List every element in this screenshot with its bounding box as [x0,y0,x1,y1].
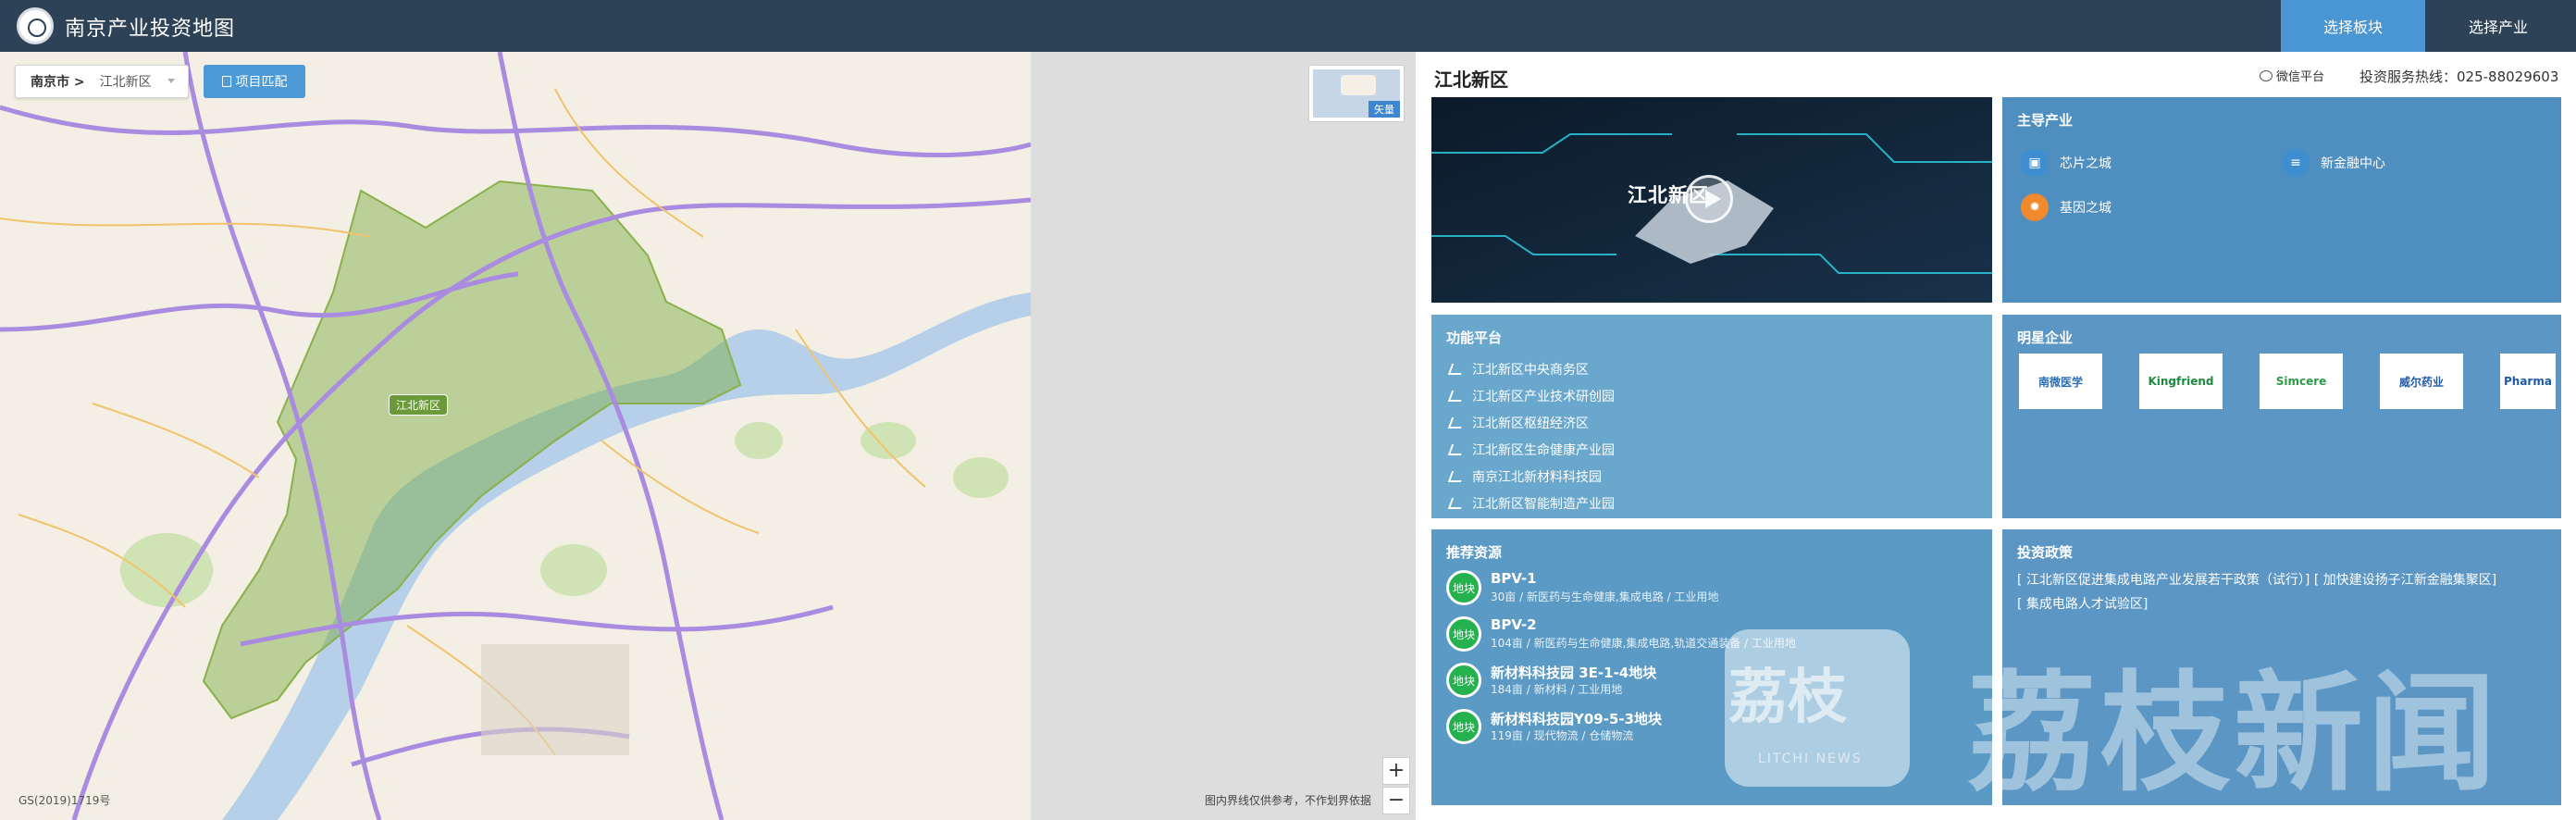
park-area [861,422,916,459]
park-area [120,533,213,607]
main-industry-card: 主导产业 ▣ 芯片之城 ≡ 新金融中心 ✹ 基因之城 [2002,97,2561,303]
platform-label: 南京江北新材料科技园 [1472,469,1602,485]
company-logo[interactable]: Kingfriend [2139,354,2223,409]
building-icon [1447,443,1466,455]
industry-item[interactable]: ✹ 基因之城 [2021,193,2112,221]
land-badge: 地块 [1446,616,1481,652]
platform-label: 江北新区生命健康产业园 [1472,442,1615,458]
zoom-out-button[interactable]: − [1382,787,1410,814]
platform-label: 江北新区智能制造产业园 [1472,496,1615,512]
building-icon [1447,416,1466,429]
land-badge: 地块 [1446,709,1481,744]
map-drawing [0,52,1031,820]
company-logo[interactable]: 威尔药业 [2380,354,2463,409]
company-logo[interactable]: Pharma [2500,354,2556,409]
project-match-button[interactable]: 项目匹配 [204,65,305,98]
industry-item[interactable]: ≡ 新金融中心 [2282,149,2385,177]
map-blank-area [1031,52,1416,820]
emblem-icon [17,7,54,44]
resource-desc: 119亩 / 现代物流 / 仓储物流 [1491,729,1634,742]
park-area [540,544,607,596]
map-approval-number: GS(2019)1719号 [19,794,111,807]
platform-card: 功能平台 江北新区中央商务区 江北新区产业技术研创园 江北新区枢纽经济区 江北新… [1431,315,1992,518]
industry-label: 芯片之城 [2060,156,2112,171]
main-industry-heading: 主导产业 [2017,112,2074,129]
land-badge: 地块 [1446,570,1481,605]
star-companies-card: 明星企业 南微医学 Kingfriend Simcere 威尔药业 Pharma [2002,315,2561,518]
policy-link[interactable]: [ 江北新区促进集成电路产业发展若干政策（试行）] [ 加快建设扬子江新金融集聚… [2017,570,2496,589]
project-match-label: 项目匹配 [235,75,288,90]
wechat-icon [2260,69,2273,81]
map-canvas[interactable]: 江北新区 [0,52,1031,820]
park-area [735,422,783,459]
policy-heading: 投资政策 [2017,544,2074,561]
watermark-logo-text: 荔枝 [1728,664,1847,732]
platform-item[interactable]: 江北新区生命健康产业园 [1447,436,1615,463]
wechat-label: 微信平台 [2276,70,2325,84]
platform-list: 江北新区中央商务区 江北新区产业技术研创园 江北新区枢纽经济区 江北新区生命健康… [1447,355,1615,516]
top-bar: 南京产业投资地图 选择板块 选择产业 [0,0,2576,52]
wechat-link[interactable]: 微信平台 [2260,67,2324,84]
platform-label: 江北新区枢纽经济区 [1472,416,1589,431]
promo-video[interactable]: 江北新区 [1431,97,1992,303]
industry-item[interactable]: ▣ 芯片之城 [2021,149,2112,177]
watermark-logo-sub: LITCHI NEWS [1758,752,1863,766]
building-icon [1447,497,1466,509]
building-icon [1447,470,1466,482]
watermark-text: 荔枝新闻 [1967,659,2501,810]
breadcrumb-city[interactable]: 南京市 > [31,72,85,91]
chevron-down-icon [167,79,175,83]
platform-item[interactable]: 江北新区枢纽经济区 [1447,409,1615,436]
map-type-switch[interactable]: 矢量 [1308,65,1405,122]
hotline-text: 投资服务热线：025-88029603 [2359,68,2559,85]
district-map-label[interactable]: 江北新区 [389,394,449,416]
city-core [481,644,629,755]
app-title: 南京产业投资地图 [65,18,236,41]
company-logo[interactable]: Simcere [2260,354,2343,409]
breadcrumb-district[interactable]: 江北新区 [100,72,152,91]
platform-label: 江北新区产业技术研创园 [1472,389,1615,404]
resource-name: 新材料科技园 3E-1-4地块 [1491,665,1657,681]
select-district-button[interactable]: 选择板块 [2281,0,2425,52]
resource-desc: 184亩 / 新材料 / 工业用地 [1491,683,1623,696]
district-selector[interactable]: 南京市 > 江北新区 [15,65,189,98]
platform-item[interactable]: 南京江北新材料科技园 [1447,463,1615,490]
resource-name: BPV-2 [1491,616,1537,633]
park-area [953,457,1009,498]
building-icon [1447,363,1466,375]
minimap-label: 矢量 [1368,101,1400,118]
policy-link[interactable]: [ 集成电路人才试验区] [2017,594,2148,613]
document-icon [221,76,231,87]
region-title: 江北新区 [1434,68,1508,91]
company-logo[interactable]: 南微医学 [2019,354,2102,409]
platform-item[interactable]: 江北新区智能制造产业园 [1447,490,1615,516]
zoom-in-button[interactable]: + [1382,757,1410,785]
star-companies-heading: 明星企业 [2017,329,2074,346]
chip-icon: ▣ [2021,149,2049,177]
building-icon [1447,390,1466,402]
industry-label: 新金融中心 [2321,156,2385,171]
coins-icon: ≡ [2282,149,2310,177]
land-badge: 地块 [1446,663,1481,698]
resource-name: 新材料科技园Y09-5-3地块 [1491,711,1663,727]
resources-heading: 推荐资源 [1446,544,1503,561]
map-disclaimer: 图内界线仅供参考，不作划界依据 [1205,794,1372,807]
platform-heading: 功能平台 [1446,329,1503,346]
platform-label: 江北新区中央商务区 [1472,362,1589,378]
play-icon[interactable] [1685,175,1733,223]
resource-name: BPV-1 [1491,570,1537,587]
resource-desc: 30亩 / 新医药与生命健康,集成电路 / 工业用地 [1491,590,1719,603]
select-industry-button[interactable]: 选择产业 [2426,0,2570,52]
platform-item[interactable]: 江北新区产业技术研创园 [1447,382,1615,409]
platform-item[interactable]: 江北新区中央商务区 [1447,355,1615,382]
industry-label: 基因之城 [2060,201,2112,216]
gene-icon: ✹ [2021,193,2049,221]
